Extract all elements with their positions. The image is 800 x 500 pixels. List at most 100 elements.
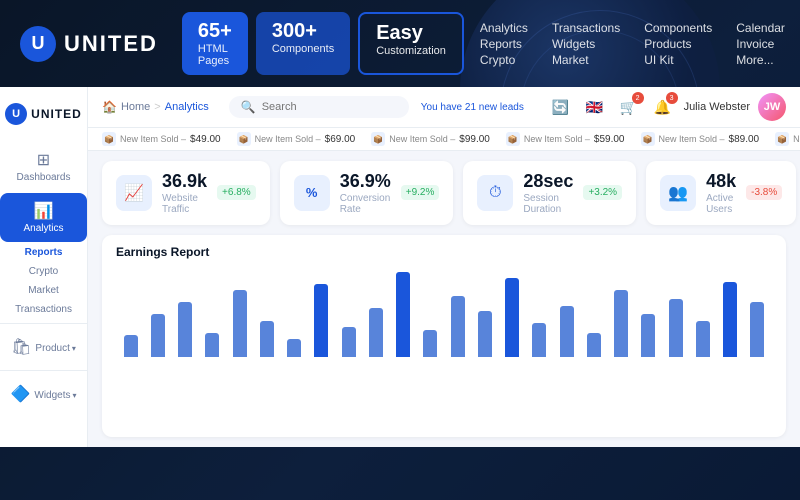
chart-bar [451,296,465,357]
tick-icon-6: 📦 [775,132,789,146]
chart-bar [233,290,247,357]
bar-group [665,299,686,357]
nav-col-4: Calendar Invoice More... [736,21,785,67]
logo-icon: U [20,26,56,62]
sidebar-logo: U UNITED [1,95,86,133]
chart-bar [478,311,492,357]
bar-group [638,314,659,357]
language-button[interactable]: 🇬🇧 [582,94,608,120]
bar-group [720,282,741,357]
sidebar-item-widgets[interactable]: 🔷 Widgets ▾ [0,376,87,412]
conversion-change: +9.2% [401,185,440,200]
nav-invoice[interactable]: Invoice [736,37,785,51]
bar-group [747,302,768,357]
breadcrumb: 🏠 Home > Analytics [102,100,209,114]
conversion-value: 36.9% [340,171,391,193]
nav-col-1: Analytics Reports Crypto [480,21,528,67]
bar-group [611,290,632,357]
nav-reports[interactable]: Reports [480,37,528,51]
nav-widgets[interactable]: Widgets [552,37,620,51]
ticker-item-6: 📦 New Item Sold – $... [775,132,800,146]
sidebar-sub-market[interactable]: Market [0,281,87,300]
nav-crypto[interactable]: Crypto [480,53,528,67]
conversion-label: Conversion Rate [340,193,391,215]
chart-bars [116,267,772,357]
tick-icon-4: 📦 [506,132,520,146]
traffic-change: +6.8% [217,185,256,200]
session-info: 28sec Session Duration [523,171,573,215]
chart-bar [423,330,437,357]
bar-group [256,321,277,357]
chart-title: Earnings Report [116,245,772,259]
stat-card-conversion: % 36.9% Conversion Rate +9.2% [280,161,454,225]
chart-bar [669,299,683,357]
users-info: 48k Active Users [706,171,736,215]
bar-group [120,335,141,357]
sidebar-logo-icon: U [5,103,27,125]
nav-analytics[interactable]: Analytics [480,21,528,35]
chart-bar [505,278,519,357]
sidebar-item-analytics[interactable]: 📊 Analytics [0,193,87,242]
traffic-info: 36.9k Website Traffic [162,171,207,215]
users-value: 48k [706,171,736,193]
cart-button[interactable]: 🛒 2 [616,94,642,120]
session-value: 28sec [523,171,573,193]
search-input[interactable] [262,101,397,113]
traffic-icon: 📈 [116,175,152,211]
widgets-icon: 🔷 [10,384,30,404]
chevron-icon: ▾ [72,344,76,353]
nav-transactions[interactable]: Transactions [552,21,620,35]
breadcrumb-home: Home [121,101,150,113]
search-icon: 🔍 [241,100,256,114]
stat-box-2: 300+ Components [256,12,350,75]
chart-bar [287,339,301,357]
sidebar-dashboards-label: Dashboards [17,172,71,183]
chart-bar [641,314,655,357]
chart-icon: 📊 [34,201,54,221]
tick-icon-1: 📦 [102,132,116,146]
conversion-info: 36.9% Conversion Rate [340,171,391,215]
bar-group [365,308,386,357]
bar-group [202,333,223,357]
dashboard: 🏠 Home > Analytics 🔍 You have 21 new lea… [88,87,800,447]
nav-products[interactable]: Products [644,37,712,51]
bar-group [420,330,441,357]
sidebar-item-dashboards[interactable]: ⊞ Dashboards [0,142,87,191]
refresh-button[interactable]: 🔄 [548,94,574,120]
chart-bar [260,321,274,357]
ticker-item-2: 📦 New Item Sold – $69.00 [237,132,356,146]
dash-header: 🏠 Home > Analytics 🔍 You have 21 new lea… [88,87,800,128]
bar-group [447,296,468,357]
chart-bar [124,335,138,357]
breadcrumb-sep: > [154,101,160,113]
bar-group [393,272,414,357]
sidebar-item-product[interactable]: 🛍 Product ▾ [0,329,87,365]
grid-icon: ⊞ [37,150,50,170]
breadcrumb-current: Analytics [165,101,209,113]
search-bar[interactable]: 🔍 [229,96,409,118]
nav-more[interactable]: More... [736,53,785,67]
ticker-item-5: 📦 New Item Sold – $89.00 [641,132,760,146]
nav-col-2: Transactions Widgets Market [552,21,620,67]
nav-components[interactable]: Components [644,21,712,35]
users-label: Active Users [706,193,736,215]
home-icon: 🏠 [102,100,117,114]
chart-bar [723,282,737,357]
user-avatar[interactable]: JW [758,93,786,121]
chart-bar [151,314,165,357]
nav-calendar[interactable]: Calendar [736,21,785,35]
stat-card-traffic: 📈 36.9k Website Traffic +6.8% [102,161,270,225]
ticker-bar: 📦 New Item Sold – $49.00 📦 New Item Sold… [88,128,800,151]
bar-group [311,284,332,357]
nav-col-3: Components Products UI Kit [644,21,712,67]
notification-button[interactable]: 🔔 3 [650,94,676,120]
nav-uikit[interactable]: UI Kit [644,53,712,67]
nav-market[interactable]: Market [552,53,620,67]
chart-area: Earnings Report [102,235,786,437]
sidebar: U UNITED ⊞ Dashboards 📊 Analytics Report… [0,87,88,447]
sidebar-sub-reports[interactable]: Reports [0,243,87,262]
sidebar-sub-transactions[interactable]: Transactions [0,300,87,319]
chart-bar [342,327,356,357]
sidebar-sub-crypto[interactable]: Crypto [0,262,87,281]
bar-group [284,339,305,357]
